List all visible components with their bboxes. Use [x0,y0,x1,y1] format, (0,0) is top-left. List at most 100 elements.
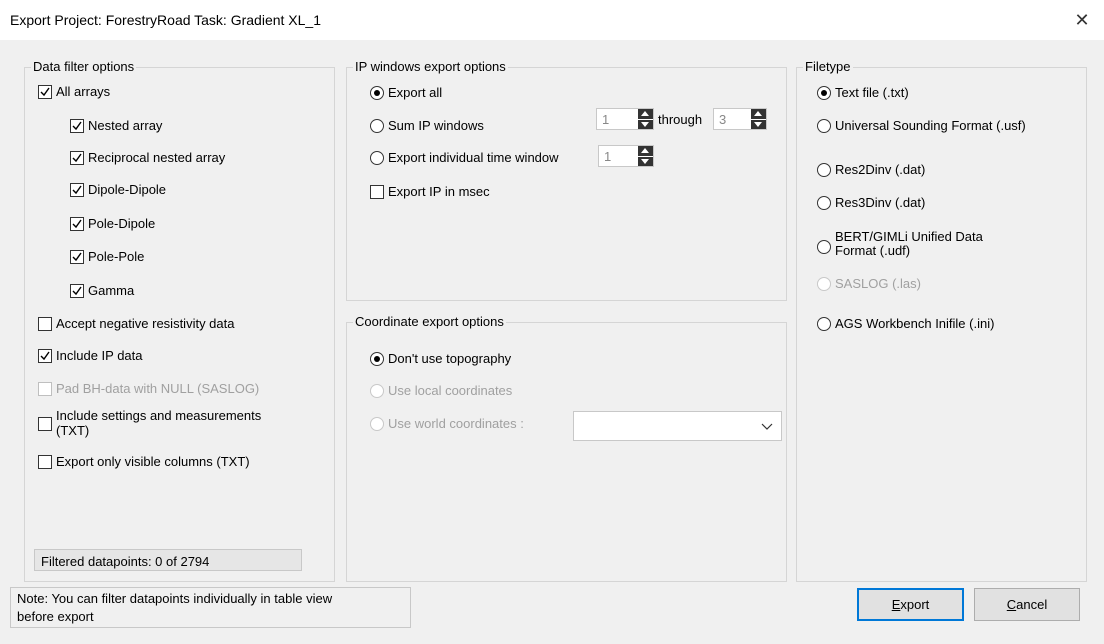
sum-ip-windows-radio[interactable]: Sum IP windows [370,118,484,133]
checkbox-unchecked-icon [370,184,384,199]
use-world-coordinates-radio[interactable]: Use world coordinates : [370,416,524,431]
radio-unselected-icon [817,240,831,254]
filetype-res2dinv-label: Res2Dinv (.dat) [835,162,926,177]
individual-window-spinner[interactable]: 1 [598,145,654,167]
sum-from-spinner[interactable]: 1 [596,108,654,130]
dont-use-topography-radio[interactable]: Don't use topography [370,351,511,366]
filtered-datapoints-text: Filtered datapoints: 0 of 2794 [41,554,210,569]
filetype-res2dinv-radio[interactable]: Res2Dinv (.dat) [817,162,925,177]
sum-from-value: 1 [602,112,610,127]
pad-bh-checkbox[interactable]: Pad BH-data with NULL (SASLOG) [38,381,259,396]
through-label: through [658,112,703,127]
checkbox-unchecked-icon [38,454,52,469]
title-bar: Export Project: ForestryRoad Task: Gradi… [0,0,1104,40]
nested-array-label: Nested array [88,118,163,133]
sum-ip-windows-label: Sum IP windows [388,118,484,133]
radio-unselected-icon [817,118,831,133]
filetype-ini-label: AGS Workbench Inifile (.ini) [835,316,995,331]
pad-bh-label: Pad BH-data with NULL (SASLOG) [56,381,260,396]
filetype-saslog-label: SASLOG (.las) [835,276,921,291]
close-icon[interactable]: ✕ [1068,8,1096,32]
checkbox-checked-icon [70,182,84,197]
filetype-txt-radio[interactable]: Text file (.txt) [817,85,909,100]
export-msec-checkbox[interactable]: Export IP in msec [370,184,490,199]
checkbox-checked-icon [38,348,52,363]
cancel-button-label: ancel [1016,597,1048,612]
export-individual-label: Export individual time window [388,150,559,165]
accept-negative-label: Accept negative resistivity data [56,316,235,331]
note-box: Note: You can filter datapoints individu… [10,587,411,628]
cancel-button-accel: C [1006,597,1017,612]
include-ip-checkbox[interactable]: Include IP data [38,348,143,363]
checkbox-checked-icon [70,118,84,133]
nested-array-checkbox[interactable]: Nested array [70,118,162,133]
filetype-legend: Filetype [803,59,853,74]
filetype-res3dinv-label: Res3Dinv (.dat) [835,195,926,210]
gamma-checkbox[interactable]: Gamma [70,283,134,298]
use-local-coordinates-radio[interactable]: Use local coordinates [370,383,512,398]
radio-unselected-icon [817,316,831,331]
note-line1: Note: You can filter datapoints individu… [17,591,333,606]
use-world-coordinates-label: Use world coordinates : [388,416,524,431]
filetype-usf-radio[interactable]: Universal Sounding Format (.usf) [817,118,1026,133]
accept-negative-checkbox[interactable]: Accept negative resistivity data [38,316,234,331]
checkbox-checked-icon [70,249,84,264]
reciprocal-nested-array-checkbox[interactable]: Reciprocal nested array [70,150,225,165]
include-ip-label: Include IP data [56,348,143,363]
filetype-ini-radio[interactable]: AGS Workbench Inifile (.ini) [817,316,994,331]
radio-unselected-icon [817,162,831,177]
spinner-arrows-icon[interactable] [637,109,653,129]
filetype-res3dinv-radio[interactable]: Res3Dinv (.dat) [817,195,925,210]
include-settings-label-wrap: Include settings and measurements (TXT) [56,408,261,438]
pole-dipole-label: Pole-Dipole [88,216,156,231]
export-msec-label: Export IP in msec [388,184,490,199]
pole-pole-label: Pole-Pole [88,249,145,264]
sum-to-spinner[interactable]: 3 [713,108,767,130]
coordinate-legend: Coordinate export options [353,314,506,329]
ip-windows-legend: IP windows export options [353,59,508,74]
filetype-udf-label-line2: Format (.udf) [835,243,911,258]
spinner-arrows-icon[interactable] [637,146,653,166]
radio-unselected-icon [817,195,831,210]
filetype-txt-label: Text file (.txt) [835,85,909,100]
data-filter-legend: Data filter options [31,59,137,74]
include-settings-label-line2: (TXT) [56,423,90,438]
dipole-dipole-checkbox[interactable]: Dipole-Dipole [70,182,166,197]
export-all-radio[interactable]: Export all [370,85,442,100]
checkbox-unchecked-icon [38,417,52,431]
window-title: Export Project: ForestryRoad Task: Gradi… [10,12,321,28]
filetype-udf-label-wrap: BERT/GIMLi Unified Data Format (.udf) [835,230,983,258]
sum-to-value: 3 [719,112,727,127]
all-arrays-label: All arrays [56,84,111,99]
pole-dipole-checkbox[interactable]: Pole-Dipole [70,216,155,231]
filetype-udf-radio[interactable]: BERT/GIMLi Unified Data Format (.udf) [817,230,983,258]
export-individual-radio[interactable]: Export individual time window [370,150,559,165]
visible-columns-checkbox[interactable]: Export only visible columns (TXT) [38,454,250,469]
pole-pole-checkbox[interactable]: Pole-Pole [70,249,144,264]
filetype-usf-label: Universal Sounding Format (.usf) [835,118,1026,133]
dont-use-topography-label: Don't use topography [388,351,512,366]
export-button-label: xport [900,597,930,612]
checkbox-checked-icon [70,150,84,165]
radio-unselected-icon [370,150,384,165]
export-button-accel: E [891,597,901,612]
export-all-label: Export all [388,85,443,100]
filtered-datapoints-status: Filtered datapoints: 0 of 2794 [34,549,302,571]
export-button[interactable]: Export [857,588,964,621]
include-settings-label-line1: Include settings and measurements [56,408,262,423]
cancel-button[interactable]: Cancel [974,588,1080,621]
checkbox-checked-icon [70,283,84,298]
world-coordinates-select[interactable] [573,411,782,441]
radio-disabled-icon [817,276,831,291]
include-settings-checkbox[interactable]: Include settings and measurements (TXT) [38,408,261,438]
use-local-coordinates-label: Use local coordinates [388,383,513,398]
all-arrays-checkbox[interactable]: All arrays [38,84,110,99]
radio-disabled-icon [370,383,384,398]
filetype-saslog-radio[interactable]: SASLOG (.las) [817,276,921,291]
spinner-arrows-icon[interactable] [750,109,766,129]
radio-selected-icon [370,351,384,366]
individual-window-value: 1 [604,149,612,164]
visible-columns-label: Export only visible columns (TXT) [56,454,250,469]
gamma-label: Gamma [88,283,135,298]
filetype-udf-label-line1: BERT/GIMLi Unified Data [835,229,983,244]
